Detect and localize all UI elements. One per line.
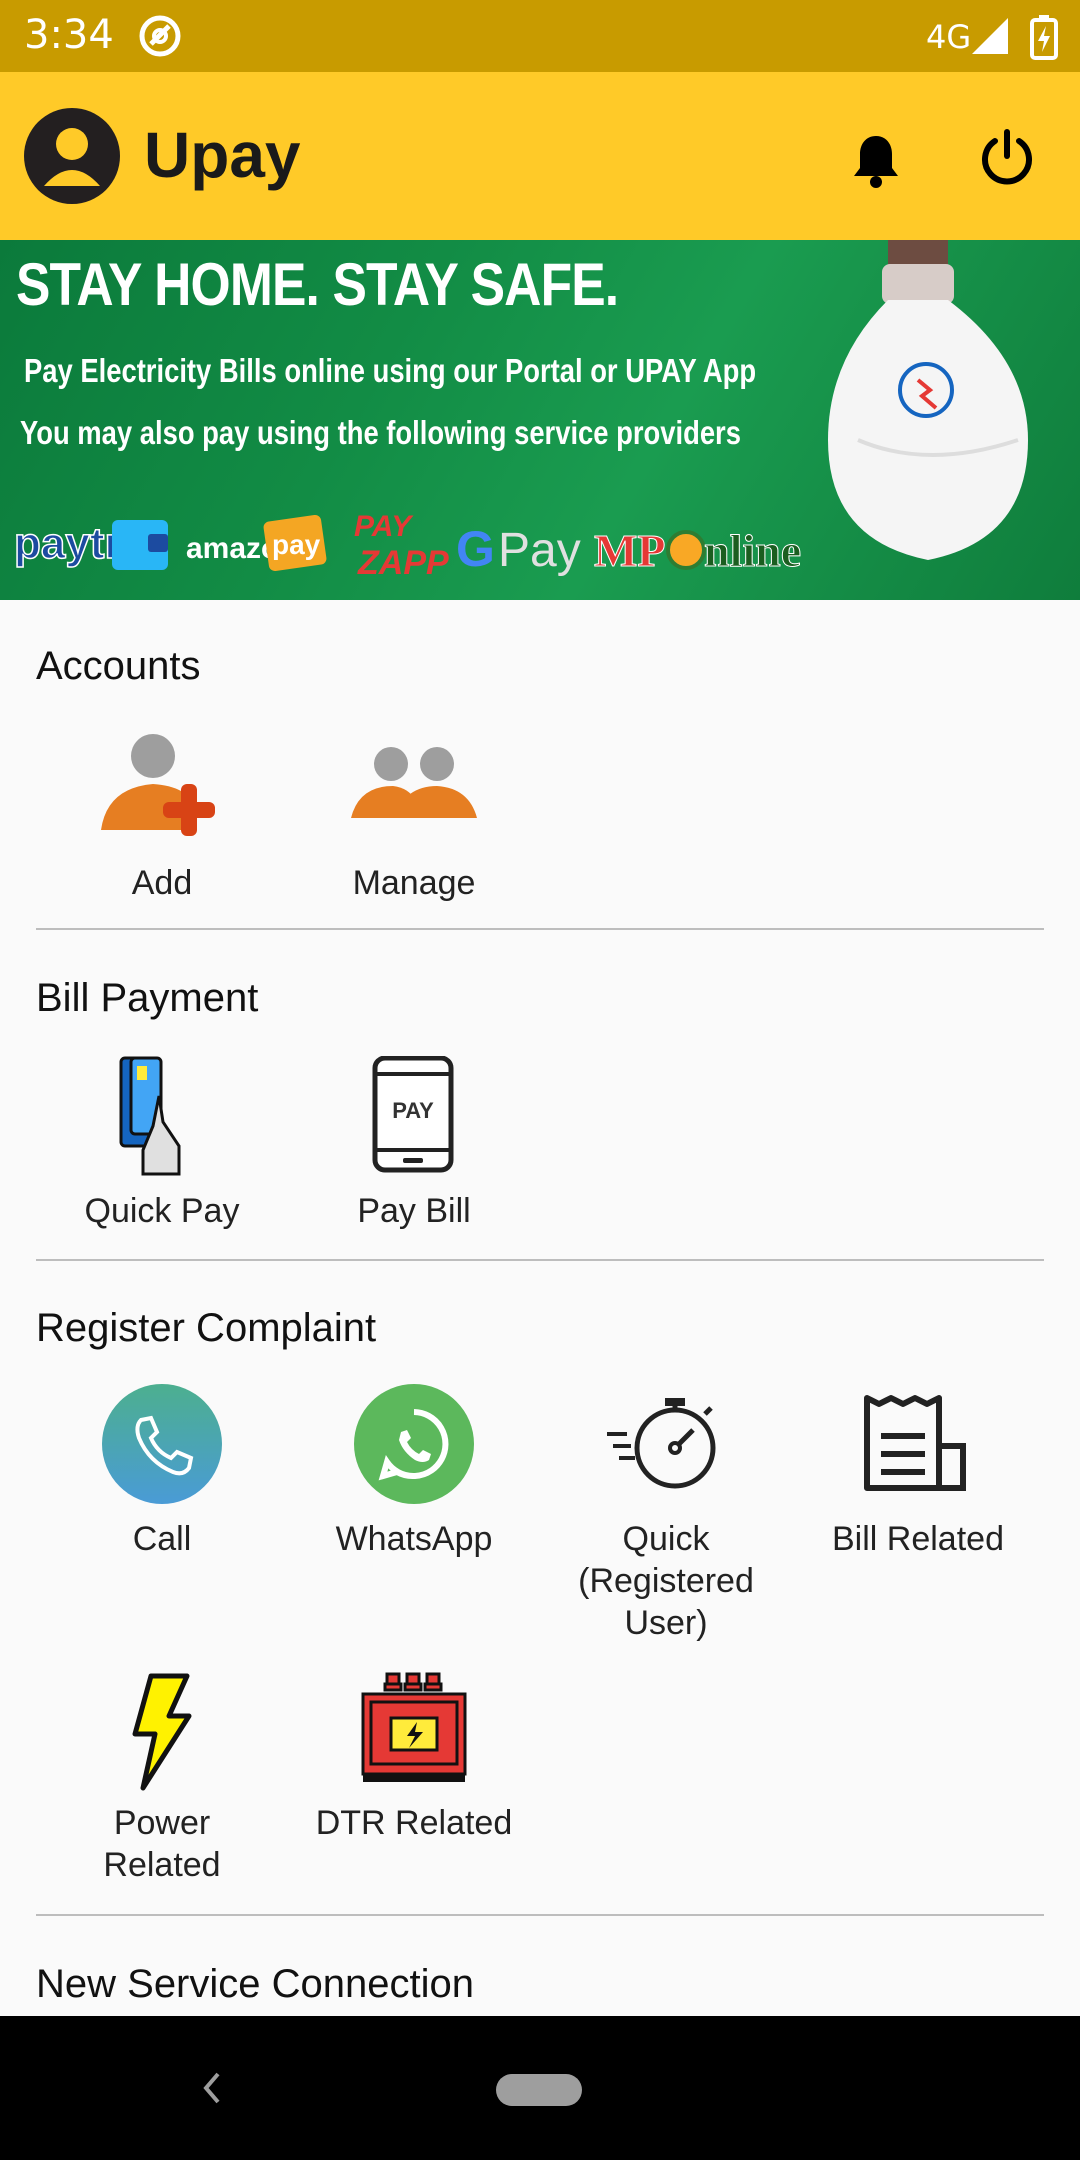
dtr-related-tile[interactable]: DTR Related: [304, 1668, 524, 1844]
gpay-g: G: [456, 521, 495, 577]
banner-line-1: Pay Electricity Bills online using our P…: [24, 352, 757, 389]
promo-banner[interactable]: STAY HOME. STAY SAFE. Pay Electricity Bi…: [0, 240, 1080, 600]
pay-text: pay: [272, 529, 321, 560]
pay-bill-label: Pay Bill: [357, 1192, 471, 1230]
quick-registered-tile[interactable]: Quick (Registered User): [556, 1384, 776, 1644]
divider: [36, 1914, 1044, 1916]
svg-text:PAY: PAY: [392, 1098, 434, 1123]
account-add-label: Add: [131, 864, 193, 902]
bill-related-label: Bill Related: [832, 1520, 1004, 1558]
app-notification-icon: [139, 15, 181, 57]
app-title: Upay: [144, 119, 301, 191]
power-related-tile[interactable]: Power Related: [52, 1668, 272, 1886]
divider: [36, 1259, 1044, 1261]
mponline-logo: MP nline: [594, 525, 802, 577]
bill-payment-title: Bill Payment: [36, 976, 259, 1020]
home-pill[interactable]: [496, 2074, 582, 2106]
divider: [36, 928, 1044, 930]
gpay-logo: G Pay: [456, 521, 581, 577]
call-label: Call: [132, 1520, 192, 1558]
account-manage-label: Manage: [352, 864, 476, 902]
register-complaint-title: Register Complaint: [36, 1306, 377, 1350]
battery-charging-icon: [1030, 15, 1058, 60]
back-icon[interactable]: [190, 2062, 230, 2114]
whatsapp-icon: [354, 1384, 474, 1504]
quick-pay-tile[interactable]: Quick Pay: [52, 1056, 272, 1232]
payzapp-text-1: PAY: [354, 510, 414, 543]
paytm-logo: paytm: [13, 518, 168, 570]
amazon-pay-logo: amazon pay: [186, 514, 327, 572]
status-bar: 3:34 4G: [0, 0, 1080, 72]
banner-line-2: You may also pay using the following ser…: [20, 414, 741, 451]
card-pay-icon: [119, 1056, 181, 1176]
accounts-title: Accounts: [36, 644, 201, 688]
phone-pay-icon: PAY: [372, 1056, 454, 1173]
bill-icon: [864, 1395, 966, 1491]
gpay-pay: Pay: [498, 524, 581, 577]
payzapp-text-2: ZAPP: [357, 544, 449, 582]
light-bulb-image: [828, 240, 1028, 560]
payzapp-logo: PAY ZAPP: [354, 510, 449, 582]
whatsapp-tile[interactable]: WhatsApp: [304, 1384, 524, 1560]
bell-icon[interactable]: [850, 132, 902, 188]
system-nav-bar: [0, 2016, 1080, 2160]
quick-pay-label: Quick Pay: [84, 1192, 240, 1230]
network-type: 4G: [926, 18, 972, 56]
avatar-icon[interactable]: [24, 108, 120, 204]
lightning-icon: [132, 1673, 192, 1791]
transformer-icon: [361, 1672, 467, 1782]
power-icon[interactable]: [978, 128, 1036, 186]
bill-related-tile[interactable]: Bill Related: [808, 1384, 1028, 1560]
payment-providers-strip: paytm amazon pay PAY ZAPP G Pay MP nline: [13, 510, 802, 582]
phone-icon: [102, 1384, 222, 1504]
add-user-icon: [101, 734, 215, 836]
power-related-label: Power Related: [103, 1804, 221, 1884]
new-service-connection-title: New Service Connection: [36, 1962, 474, 2006]
dtr-related-label: DTR Related: [315, 1804, 513, 1842]
whatsapp-label: WhatsApp: [335, 1520, 493, 1558]
account-add-tile[interactable]: Add: [52, 728, 272, 904]
mponline-mp: MP: [594, 525, 666, 576]
pay-bill-tile[interactable]: PAY Pay Bill: [304, 1056, 524, 1232]
status-time: 3:34: [24, 12, 114, 58]
banner-headline: STAY HOME. STAY SAFE.: [16, 251, 619, 318]
app-toolbar: Upay: [0, 72, 1080, 240]
stopwatch-icon: [607, 1398, 716, 1489]
manage-users-icon: [351, 747, 477, 818]
account-manage-tile[interactable]: Manage: [304, 728, 524, 904]
signal-icon: [972, 18, 1008, 54]
mponline-nline: nline: [704, 525, 801, 576]
quick-registered-label: Quick (Registered User): [578, 1520, 754, 1642]
call-tile[interactable]: Call: [52, 1384, 272, 1560]
